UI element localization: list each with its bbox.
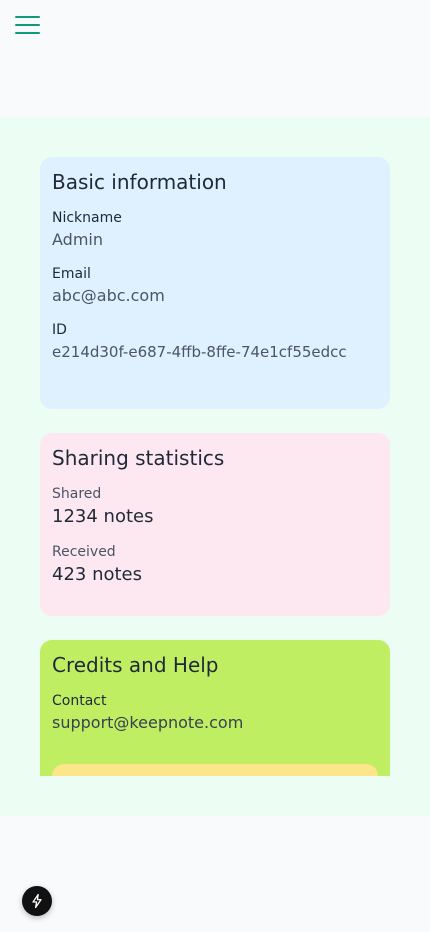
- id-label: ID: [52, 322, 67, 338]
- menu-line: [15, 32, 40, 34]
- top-bar: [0, 0, 430, 117]
- sharing-statistics-title: Sharing statistics: [52, 446, 225, 470]
- nickname-value: Admin: [52, 230, 103, 249]
- credits-and-help-title: Credits and Help: [52, 653, 219, 677]
- received-value: 423 notes: [52, 564, 143, 585]
- lightning-bolt-icon[interactable]: [22, 886, 52, 916]
- hamburger-menu-icon[interactable]: [15, 14, 41, 36]
- basic-information-card: Basic information Nickname Admin Email a…: [40, 157, 390, 409]
- shared-value: 1234 notes: [52, 506, 154, 527]
- basic-information-title: Basic information: [52, 170, 227, 194]
- lightning-bolt-glyph: [32, 893, 42, 909]
- help-box[interactable]: [52, 764, 378, 776]
- menu-line: [15, 24, 40, 26]
- received-label: Received: [52, 544, 116, 560]
- contact-value[interactable]: support@keepnote.com: [52, 712, 378, 734]
- contact-label: Contact: [52, 693, 107, 709]
- email-value: abc@abc.com: [52, 286, 165, 305]
- email-label: Email: [52, 266, 91, 282]
- menu-line: [15, 16, 40, 18]
- sharing-statistics-card: Sharing statistics Shared 1234 notes Rec…: [40, 433, 390, 616]
- cards-scroll-area[interactable]: Basic information Nickname Admin Email a…: [40, 157, 390, 776]
- nickname-label: Nickname: [52, 210, 122, 226]
- main-content: Basic information Nickname Admin Email a…: [0, 117, 430, 816]
- credits-and-help-card: Credits and Help Contact support@keepnot…: [40, 640, 390, 776]
- id-value: e214d30f-e687-4ffb-8ffe-74e1cf55edcc: [52, 343, 347, 361]
- shared-label: Shared: [52, 486, 102, 502]
